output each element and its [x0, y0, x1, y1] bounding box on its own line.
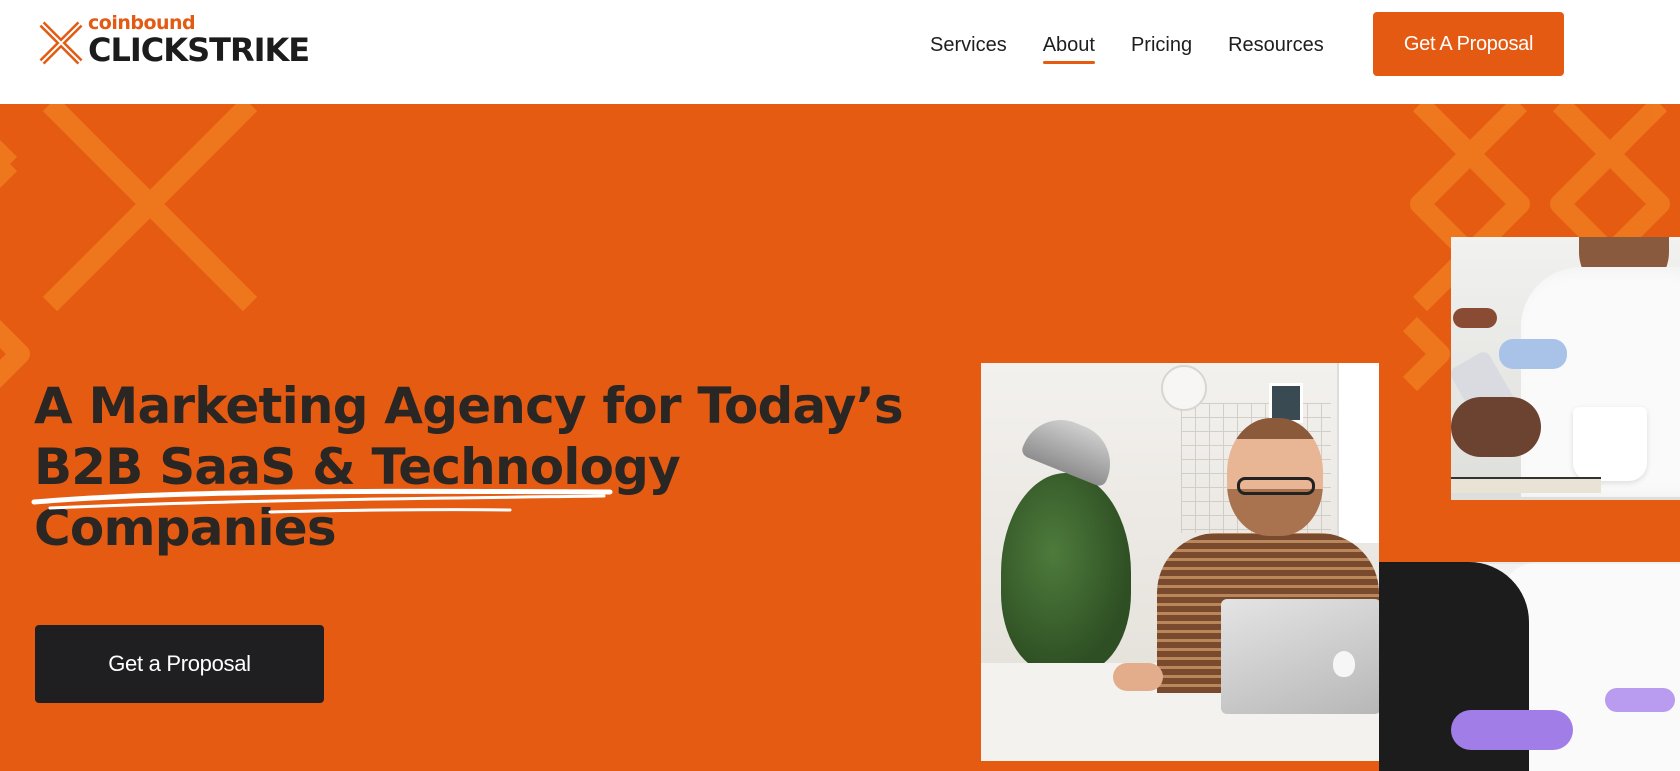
- main-nav: Services About Pricing Resources: [930, 30, 1324, 64]
- chat-bubble-icon: [1453, 308, 1497, 328]
- nav-pricing[interactable]: Pricing: [1131, 30, 1192, 60]
- clickstrike-logo[interactable]: coinbound CLICKSTRIKE: [36, 10, 316, 70]
- nav-about[interactable]: About: [1042, 30, 1096, 64]
- chat-bubble-icon: [1451, 710, 1573, 750]
- man-at-desk-photo: [981, 363, 1379, 761]
- get-proposal-hero-button[interactable]: Get a Proposal: [35, 625, 324, 703]
- nav-services[interactable]: Services: [930, 30, 1007, 60]
- chat-bubble-icon: [1605, 688, 1675, 712]
- hero-headline: A Marketing Agency for Today’s B2B SaaS …: [34, 376, 904, 559]
- headline-line-1: A Marketing Agency for Today’s: [34, 377, 904, 435]
- x-logo-icon: [39, 21, 83, 65]
- logo-wordmark: CLICKSTRIKE: [88, 31, 310, 69]
- mug-icon: [1573, 407, 1647, 481]
- get-proposal-header-button[interactable]: Get A Proposal: [1373, 12, 1564, 76]
- people-chat-bubbles-photo: [1379, 562, 1680, 771]
- woman-with-phone-photo: [1451, 237, 1680, 500]
- site-header: coinbound CLICKSTRIKE Services About Pri…: [0, 0, 1680, 104]
- chat-bubble-icon: [1499, 339, 1567, 369]
- underline-scribble-icon: [31, 488, 613, 514]
- nav-resources[interactable]: Resources: [1228, 30, 1324, 60]
- apple-logo-icon: [1333, 651, 1355, 677]
- hero-section: A Marketing Agency for Today’s B2B SaaS …: [0, 104, 1680, 771]
